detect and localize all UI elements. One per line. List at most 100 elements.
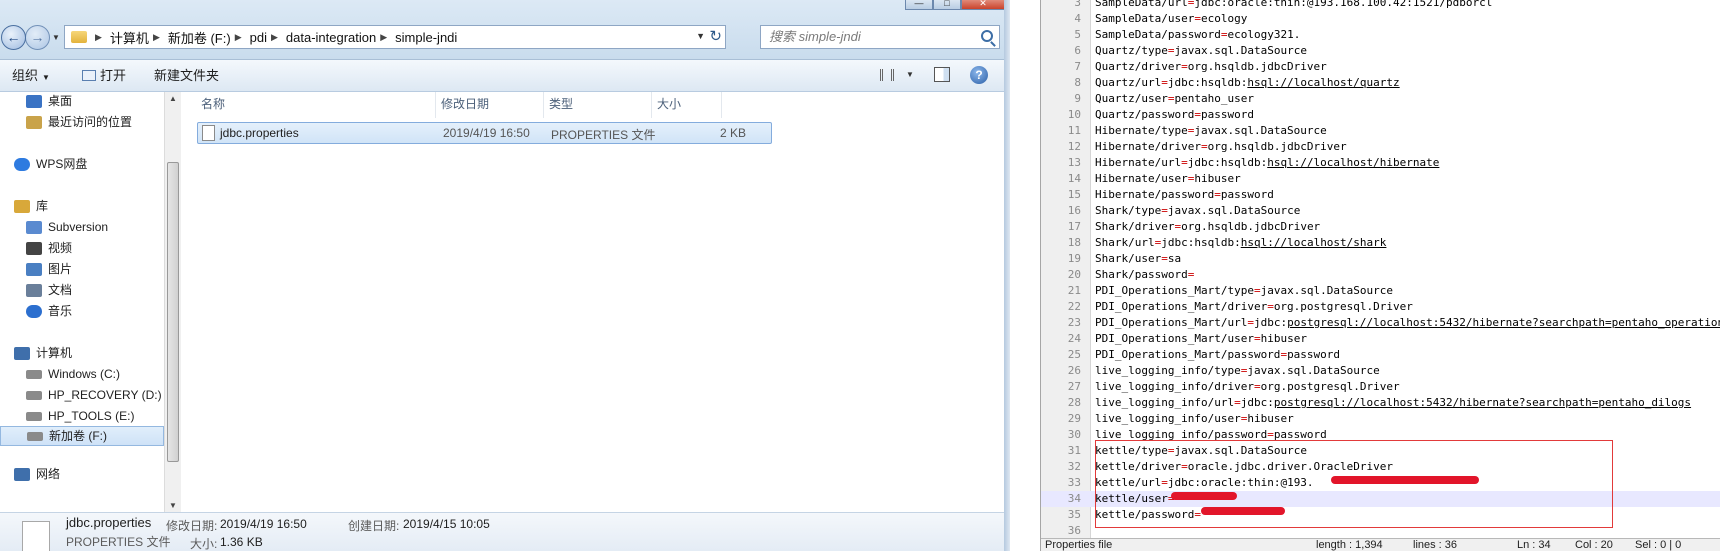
nav-item-pictures[interactable]: 图片 [0,259,72,279]
property-value: javax.sql.DataSource [1194,124,1327,137]
address-dropdown-icon[interactable]: ▼ [696,31,705,41]
nav-item-drive-e[interactable]: HP_TOOLS (E:) [0,406,134,426]
organize-button[interactable]: 组织 ▼ [12,66,50,86]
preview-pane-icon[interactable] [934,67,950,82]
nav-item-desktop[interactable]: 桌面 [0,92,72,111]
breadcrumb-computer[interactable]: 计算机 [110,28,149,47]
nav-item-music[interactable]: 音乐 [0,301,72,321]
nav-item-videos[interactable]: 视频 [0,238,72,258]
nav-item-network[interactable]: 网络 [0,464,60,484]
breadcrumb-separator-icon[interactable]: ▶ [380,32,387,43]
minimize-button[interactable]: — [905,0,933,10]
nav-item-computer[interactable]: 计算机 [0,343,72,363]
property-value: org.postgresql.Driver [1260,380,1400,393]
change-view-icon[interactable] [880,69,894,81]
column-header-name[interactable]: 名称 [196,92,436,118]
nav-item-subversion[interactable]: Subversion [0,217,108,237]
new-folder-button[interactable]: 新建文件夹 [154,66,219,86]
breadcrumb-separator-icon[interactable]: ▶ [271,32,278,43]
code-line[interactable]: 20 Shark/password= [1041,267,1720,283]
code-line[interactable]: 26 live_logging_info/type=javax.sql.DataS… [1041,363,1720,379]
property-key: Quartz/type [1095,44,1168,57]
nav-item-libraries[interactable]: 库 [0,196,48,216]
highlight-annotation-box [1095,440,1613,528]
property-key: Hibernate/url [1095,156,1182,169]
code-line[interactable]: 14 Hibernate/user=hibuser [1041,171,1720,187]
recent-pages-dropdown-icon[interactable]: ▼ [52,33,60,42]
code-line[interactable]: 23 PDI_Operations_Mart/url=jdbc:postgresq… [1041,315,1720,331]
breadcrumb-separator-icon[interactable]: ▶ [153,32,160,43]
nav-item-documents[interactable]: 文档 [0,280,72,300]
breadcrumb-drive[interactable]: 新加卷 (F:) [168,28,231,47]
line-number: 5 [1074,28,1081,41]
code-line[interactable]: 18 Shark/url=jdbc:hsqldb:hsql://localhost… [1041,235,1720,251]
property-key: Quartz/user [1095,92,1168,105]
code-line[interactable]: 25 PDI_Operations_Mart/password=password [1041,347,1720,363]
code-line[interactable]: 28 live_logging_info/url=jdbc:postgresql:… [1041,395,1720,411]
address-bar[interactable]: ▶ 计算机 ▶ 新加卷 (F:) ▶ pdi ▶ data-integratio… [64,25,726,49]
property-value: jdbc:oracle:thin:@193.168.100.42:1521/pd… [1194,0,1493,9]
code-line[interactable]: 12 Hibernate/driver=org.hsqldb.jdbcDriver [1041,139,1720,155]
scroll-down-icon[interactable]: ▼ [169,501,177,510]
code-line[interactable]: 11 Hibernate/type=javax.sql.DataSource [1041,123,1720,139]
details-created-value: 2019/4/15 10:05 [403,517,490,531]
back-button[interactable]: ← [1,25,26,50]
code-line[interactable]: 10 Quartz/password=password [1041,107,1720,123]
code-line[interactable]: 17 Shark/driver=org.hsqldb.jdbcDriver [1041,219,1720,235]
breadcrumb-pdi[interactable]: pdi [250,30,267,45]
scroll-up-icon[interactable]: ▲ [169,94,177,103]
property-key: Shark/driver [1095,220,1175,233]
code-line[interactable]: 4 SampleData/user=ecology [1041,11,1720,27]
search-icon[interactable] [981,30,993,42]
breadcrumb-separator-icon[interactable]: ▶ [235,32,242,43]
breadcrumb-simple-jndi[interactable]: simple-jndi [395,30,457,45]
code-line[interactable]: 13 Hibernate/url=jdbc:hsqldb:hsql://local… [1041,155,1720,171]
code-line[interactable]: 21 PDI_Operations_Mart/type=javax.sql.Dat… [1041,283,1720,299]
nav-item-drive-d[interactable]: HP_RECOVERY (D:) [0,385,162,405]
property-value-link: hsql://localhost/shark [1240,236,1387,249]
code-line[interactable]: 24 PDI_Operations_Mart/user=hibuser [1041,331,1720,347]
details-pane: jdbc.properties PROPERTIES 文件 修改日期: 2019… [0,512,1004,551]
forward-button[interactable]: → [25,25,50,50]
breadcrumb-data-integration[interactable]: data-integration [286,30,376,45]
code-line[interactable]: 7 Quartz/driver=org.hsqldb.jdbcDriver [1041,59,1720,75]
search-input[interactable]: 搜索 simple-jndi [760,25,1000,49]
column-header-modified[interactable]: 修改日期 [436,92,544,118]
window-controls: — □ ✕ [905,0,1004,10]
code-line[interactable]: 5 SampleData/password=ecology321. [1041,27,1720,43]
code-line[interactable]: 27 live_logging_info/driver=org.postgresq… [1041,379,1720,395]
nav-scrollbar[interactable]: ▲ ▼ [164,92,181,512]
help-icon[interactable]: ? [970,66,988,84]
line-number: 32 [1067,460,1081,473]
file-row[interactable]: jdbc.properties 2019/4/19 16:50 PROPERTI… [197,122,772,144]
code-line[interactable]: 15 Hibernate/password=password [1041,187,1720,203]
breadcrumb-separator-icon[interactable]: ▶ [95,32,102,43]
computer-icon [14,346,30,360]
refresh-icon[interactable]: ↻ [709,27,722,45]
code-text: SampleData/password=ecology321. [1095,27,1300,43]
code-line[interactable]: 16 Shark/type=javax.sql.DataSource [1041,203,1720,219]
code-line[interactable]: 6 Quartz/type=javax.sql.DataSource [1041,43,1720,59]
property-key: Quartz/password [1095,108,1195,121]
chevron-down-icon[interactable]: ▼ [906,70,914,79]
nav-item-drive-c[interactable]: Windows (C:) [0,364,120,384]
nav-item-wps-cloud[interactable]: WPS网盘 [0,154,87,174]
open-button[interactable]: 打开 [82,66,126,86]
line-number: 26 [1067,364,1081,377]
nav-item-recent-places[interactable]: 最近访问的位置 [0,112,132,132]
code-line[interactable]: 3 SampleData/url=jdbc:oracle:thin:@193.16… [1041,0,1720,11]
column-header-size[interactable]: 大小 [652,92,722,118]
column-header-type[interactable]: 类型 [544,92,652,118]
scrollbar-thumb[interactable] [167,162,179,462]
close-button[interactable]: ✕ [961,0,1004,10]
maximize-button[interactable]: □ [933,0,961,10]
code-line[interactable]: 9 Quartz/user=pentaho_user [1041,91,1720,107]
window-border [1004,0,1010,551]
code-line[interactable]: 29 live_logging_info/user=hibuser [1041,411,1720,427]
nav-item-drive-f[interactable]: 新加卷 (F:) [0,426,164,446]
status-length: length : 1,394 [1316,539,1383,551]
code-line[interactable]: 19 Shark/user=sa [1041,251,1720,267]
code-line[interactable]: 22 PDI_Operations_Mart/driver=org.postgre… [1041,299,1720,315]
property-value: sa [1167,252,1182,265]
code-line[interactable]: 8 Quartz/url=jdbc:hsqldb:hsql://localhost… [1041,75,1720,91]
